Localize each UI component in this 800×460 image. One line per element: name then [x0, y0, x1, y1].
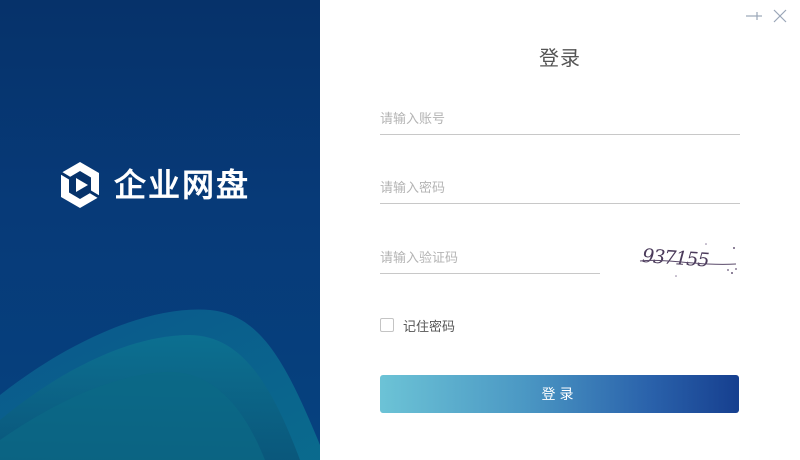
close-button[interactable]	[770, 6, 790, 26]
close-icon	[773, 9, 787, 23]
captcha-text: 937155	[641, 245, 709, 272]
remember-password[interactable]: 记住密码	[380, 315, 455, 335]
account-input[interactable]	[380, 104, 740, 135]
login-window: 企业网盘 登录 937155 记住密码 登录	[0, 0, 800, 460]
pin-button[interactable]	[744, 6, 764, 26]
password-input[interactable]	[380, 173, 740, 204]
decorative-wave	[0, 309, 320, 460]
remember-checkbox[interactable]	[380, 318, 394, 332]
brand-panel: 企业网盘	[0, 0, 320, 460]
brand-name: 企业网盘	[114, 166, 251, 204]
login-title: 登录	[539, 46, 581, 70]
brand: 企业网盘	[58, 160, 250, 210]
captcha-image[interactable]: 937155	[636, 238, 740, 280]
login-button[interactable]: 登录	[380, 375, 739, 413]
captcha-input[interactable]	[380, 243, 600, 274]
hexagon-play-logo-icon	[60, 162, 100, 208]
pin-icon	[746, 12, 762, 20]
remember-label: 记住密码	[403, 319, 456, 335]
